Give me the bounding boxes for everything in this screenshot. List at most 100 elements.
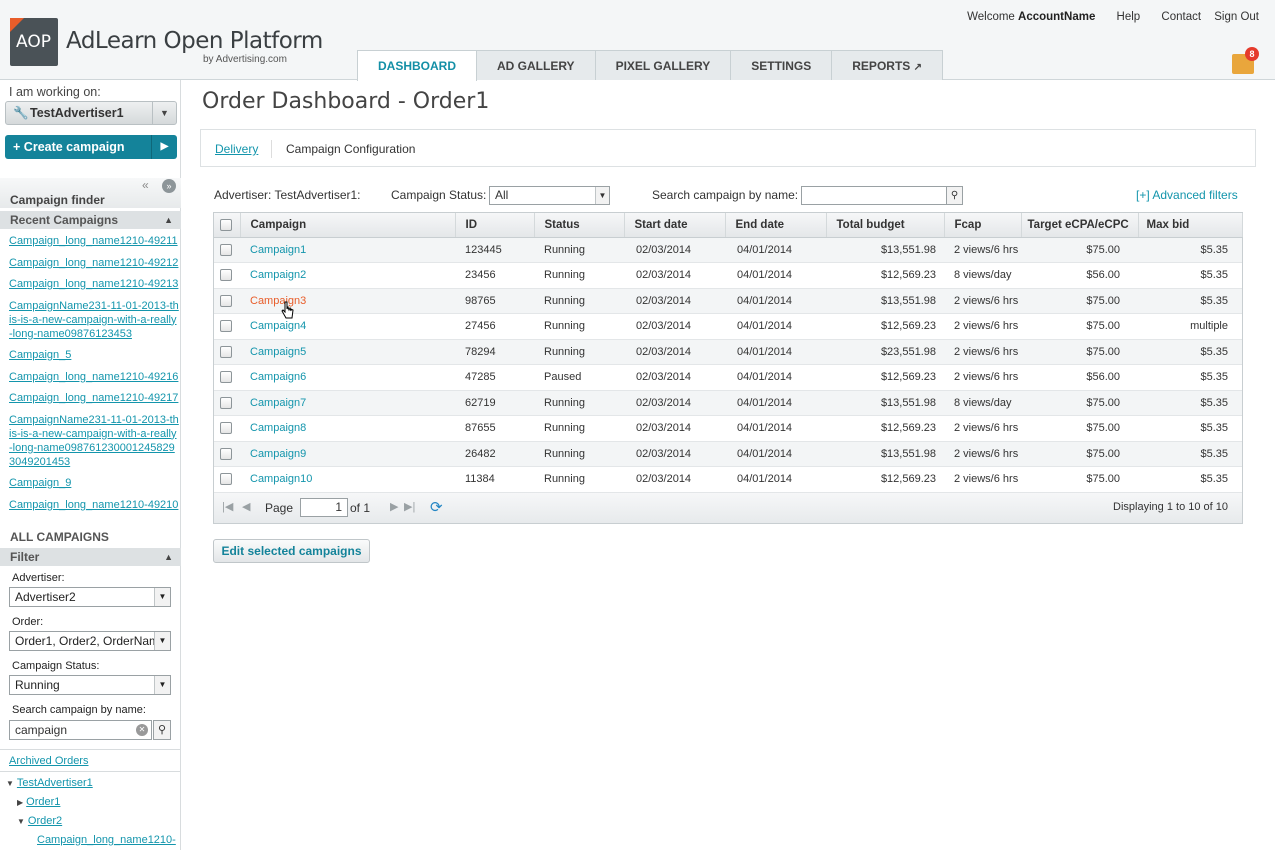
aop-logo[interactable]: AOP: [10, 18, 58, 66]
search-icon[interactable]: ⚲: [153, 720, 171, 740]
col-fcap[interactable]: Fcap: [944, 213, 1022, 238]
cell-campaign[interactable]: Campaign3: [240, 288, 455, 314]
clear-icon[interactable]: ✕: [136, 724, 148, 736]
advertiser-selector[interactable]: 🔧 TestAdvertiser1 ▼: [5, 101, 177, 125]
filter-header[interactable]: Filter ▲: [0, 548, 181, 566]
row-checkbox[interactable]: [214, 441, 240, 467]
next-page-icon[interactable]: ▶: [390, 500, 398, 513]
campaign-link[interactable]: Campaign1: [250, 244, 306, 256]
help-link[interactable]: Help: [1117, 11, 1141, 23]
tab-delivery[interactable]: Delivery: [215, 142, 258, 156]
tab-reports[interactable]: REPORTS ↗: [831, 50, 944, 80]
tab-settings[interactable]: SETTINGS: [730, 50, 833, 80]
status-filter-select[interactable]: All ▼: [489, 186, 610, 205]
table-row[interactable]: Campaign8 87655 Running 02/03/2014 04/01/201…: [214, 415, 1242, 442]
col-id[interactable]: ID: [455, 213, 535, 238]
advanced-filters-link[interactable]: [+] Advanced filters: [1136, 188, 1238, 202]
cell-campaign[interactable]: Campaign9: [240, 441, 455, 467]
filter-advertiser-select[interactable]: Advertiser2 ▼: [9, 587, 171, 607]
table-row[interactable]: Campaign4 27456 Running 02/03/2014 04/01/201…: [214, 313, 1242, 340]
campaign-link[interactable]: Campaign4: [250, 320, 306, 332]
row-checkbox[interactable]: [214, 313, 240, 340]
tab-ad-gallery[interactable]: AD GALLERY: [476, 50, 596, 80]
cell-campaign[interactable]: Campaign1: [240, 237, 455, 263]
table-row[interactable]: Campaign7 62719 Running 02/03/2014 04/01/201…: [214, 390, 1242, 416]
campaign-link[interactable]: Campaign5: [250, 346, 306, 358]
row-checkbox[interactable]: [214, 364, 240, 391]
row-checkbox[interactable]: [214, 237, 240, 263]
recent-campaign-link[interactable]: Campaign_long_name1210-49216: [9, 370, 179, 384]
col-target-ecpa[interactable]: Target eCPA/eCPC: [1021, 213, 1139, 238]
row-checkbox[interactable]: [214, 390, 240, 416]
recent-campaign-link[interactable]: CampaignName231-11-01-2013-this-is-a-new…: [9, 299, 179, 341]
table-row[interactable]: Campaign9 26482 Running 02/03/2014 04/01/201…: [214, 441, 1242, 467]
row-checkbox[interactable]: [214, 288, 240, 314]
cell-campaign[interactable]: Campaign7: [240, 390, 455, 416]
tree-node-campaign[interactable]: Campaign_long_name1210-: [37, 834, 176, 846]
signout-link[interactable]: Sign Out: [1214, 11, 1259, 23]
cell-campaign[interactable]: Campaign6: [240, 364, 455, 391]
col-total-budget[interactable]: Total budget: [826, 213, 945, 238]
contact-link[interactable]: Contact: [1161, 11, 1201, 23]
page-number-input[interactable]: 1: [300, 497, 348, 517]
play-arrow-icon[interactable]: ▶: [151, 135, 177, 159]
campaign-link[interactable]: Campaign3: [250, 295, 306, 307]
tab-dashboard[interactable]: DASHBOARD: [357, 50, 477, 81]
cell-campaign[interactable]: Campaign4: [240, 313, 455, 340]
row-checkbox[interactable]: [214, 339, 240, 365]
col-max-bid[interactable]: Max bid: [1138, 213, 1243, 238]
cell-campaign[interactable]: Campaign8: [240, 415, 455, 442]
refresh-icon[interactable]: ⟳: [430, 498, 443, 516]
recent-campaign-link[interactable]: Campaign_long_name1210-49212: [9, 256, 179, 270]
recent-campaign-link[interactable]: Campaign_long_name1210-49217: [9, 391, 179, 405]
table-row[interactable]: Campaign2 23456 Running 02/03/2014 04/01/201…: [214, 262, 1242, 289]
recent-campaign-link[interactable]: Campaign_5: [9, 348, 179, 362]
recent-campaign-link[interactable]: Campaign_long_name1210-49211: [9, 234, 179, 248]
last-page-icon[interactable]: ▶|: [404, 500, 415, 513]
col-start-date[interactable]: Start date: [624, 213, 726, 238]
cell-campaign[interactable]: Campaign10: [240, 466, 455, 493]
create-campaign-button[interactable]: + Create campaign ▶: [5, 135, 177, 159]
table-row[interactable]: Campaign3 98765 Running 02/03/2014 04/01/201…: [214, 288, 1242, 314]
archived-orders-link[interactable]: Archived Orders: [9, 755, 88, 767]
col-status[interactable]: Status: [534, 213, 625, 238]
row-checkbox[interactable]: [214, 415, 240, 442]
expand-circle-icon[interactable]: »: [162, 179, 176, 193]
campaign-link[interactable]: Campaign6: [250, 371, 306, 383]
collapse-icon[interactable]: «: [142, 178, 149, 192]
filter-search-input[interactable]: campaign ✕: [9, 720, 152, 740]
recent-campaign-link[interactable]: Campaign_9: [9, 476, 179, 490]
filter-status-select[interactable]: Running ▼: [9, 675, 171, 695]
recent-campaigns-header[interactable]: Recent Campaigns ▲: [0, 211, 181, 229]
campaign-link[interactable]: Campaign8: [250, 422, 306, 434]
tree-node-order2[interactable]: ▼ Order2: [17, 815, 62, 827]
campaign-link[interactable]: Campaign7: [250, 397, 306, 409]
recent-campaign-link[interactable]: Campaign_long_name1210-49213: [9, 277, 179, 291]
cell-campaign[interactable]: Campaign2: [240, 262, 455, 289]
table-row[interactable]: Campaign5 78294 Running 02/03/2014 04/01/201…: [214, 339, 1242, 365]
search-icon[interactable]: ⚲: [946, 186, 963, 205]
table-row[interactable]: Campaign1 123445 Running 02/03/2014 04/01/20…: [214, 237, 1242, 263]
filter-order-select[interactable]: Order1, Order2, OrderName ▼: [9, 631, 171, 651]
first-page-icon[interactable]: |◀: [222, 500, 233, 513]
row-checkbox[interactable]: [214, 466, 240, 493]
row-checkbox[interactable]: [214, 262, 240, 289]
col-campaign[interactable]: Campaign: [240, 213, 456, 238]
campaign-link[interactable]: Campaign2: [250, 269, 306, 281]
table-row[interactable]: Campaign6 47285 Paused 02/03/2014 04/01/2014…: [214, 364, 1242, 391]
campaign-search-input[interactable]: [801, 186, 947, 205]
select-all-checkbox[interactable]: [214, 213, 241, 238]
recent-campaign-link[interactable]: CampaignName231-11-01-2013-this-is-a-new…: [9, 413, 179, 469]
tree-node-advertiser[interactable]: ▼ TestAdvertiser1: [6, 777, 93, 789]
recent-campaign-link[interactable]: Campaign_long_name1210-49210: [9, 498, 179, 512]
campaign-link[interactable]: Campaign9: [250, 448, 306, 460]
cell-campaign[interactable]: Campaign5: [240, 339, 455, 365]
campaign-link[interactable]: Campaign10: [250, 473, 312, 485]
table-row[interactable]: Campaign10 11384 Running 02/03/2014 04/01/20…: [214, 466, 1242, 493]
tab-pixel-gallery[interactable]: PIXEL GALLERY: [594, 50, 732, 80]
col-end-date[interactable]: End date: [725, 213, 827, 238]
edit-selected-campaigns-button[interactable]: Edit selected campaigns: [213, 539, 370, 563]
tab-campaign-configuration[interactable]: Campaign Configuration: [286, 142, 415, 156]
prev-page-icon[interactable]: ◀: [242, 500, 250, 513]
tree-node-order1[interactable]: ▶ Order1: [17, 796, 60, 808]
